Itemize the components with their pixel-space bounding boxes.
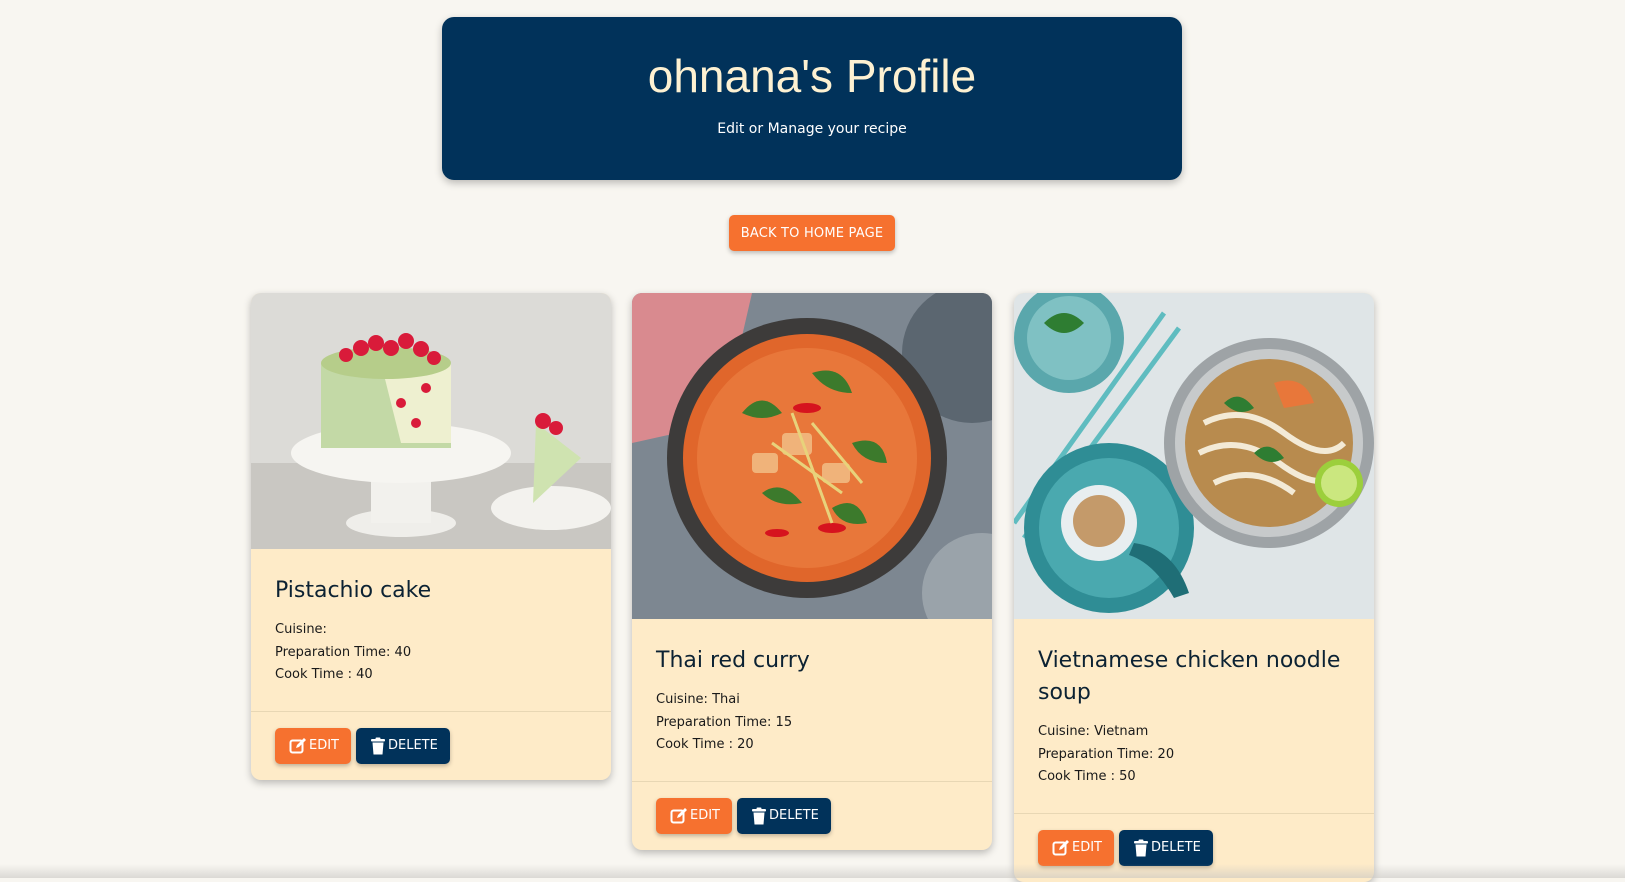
delete-label: DELETE [388, 738, 438, 753]
recipe-prep-time: Preparation Time: 20 [1038, 744, 1350, 767]
recipe-image-pistachio-cake [251, 293, 611, 549]
recipe-card-actions: EDIT DELETE [632, 781, 992, 850]
trash-icon [751, 807, 767, 825]
edit-button[interactable]: EDIT [1038, 830, 1114, 866]
recipe-cook-time: Cook Time : 50 [1038, 766, 1350, 789]
recipe-title: Pistachio cake [275, 575, 587, 607]
delete-label: DELETE [1151, 840, 1201, 855]
page-title: ohnana's Profile [442, 17, 1182, 103]
recipe-cuisine: Cuisine: [275, 619, 587, 642]
edit-label: EDIT [1072, 840, 1102, 855]
edit-icon [670, 807, 688, 825]
trash-icon [370, 737, 386, 755]
recipe-cook-time: Cook Time : 20 [656, 734, 968, 757]
recipe-prep-time: Preparation Time: 40 [275, 642, 587, 665]
profile-header: ohnana's Profile Edit or Manage your rec… [442, 17, 1182, 180]
recipe-prep-time: Preparation Time: 15 [656, 712, 968, 735]
trash-icon [1133, 839, 1149, 857]
delete-button[interactable]: DELETE [356, 728, 450, 764]
recipe-title: Thai red curry [656, 645, 968, 677]
recipe-image-thai-red-curry [632, 293, 992, 619]
recipe-cuisine: Cuisine: Vietnam [1038, 721, 1350, 744]
edit-label: EDIT [690, 808, 720, 823]
recipe-card-actions: EDIT DELETE [251, 711, 611, 780]
edit-button[interactable]: EDIT [656, 798, 732, 834]
recipe-title: Vietnamese chicken noodle soup [1038, 645, 1350, 709]
recipe-cook-time: Cook Time : 40 [275, 664, 587, 687]
edit-icon [289, 737, 307, 755]
recipe-card: Pistachio cake Cuisine: Preparation Time… [251, 293, 611, 780]
delete-label: DELETE [769, 808, 819, 823]
edit-label: EDIT [309, 738, 339, 753]
edit-icon [1052, 839, 1070, 857]
back-to-home-button[interactable]: BACK TO HOME PAGE [729, 215, 895, 251]
recipe-card: Thai red curry Cuisine: Thai Preparation… [632, 293, 992, 850]
delete-button[interactable]: DELETE [1119, 830, 1213, 866]
delete-button[interactable]: DELETE [737, 798, 831, 834]
page-subtitle: Edit or Manage your recipe [442, 121, 1182, 137]
recipe-card: Vietnamese chicken noodle soup Cuisine: … [1014, 293, 1374, 882]
edit-button[interactable]: EDIT [275, 728, 351, 764]
recipe-cuisine: Cuisine: Thai [656, 689, 968, 712]
recipe-image-vietnamese-chicken-noodle-soup [1014, 293, 1374, 619]
bottom-shadow [0, 864, 1625, 878]
